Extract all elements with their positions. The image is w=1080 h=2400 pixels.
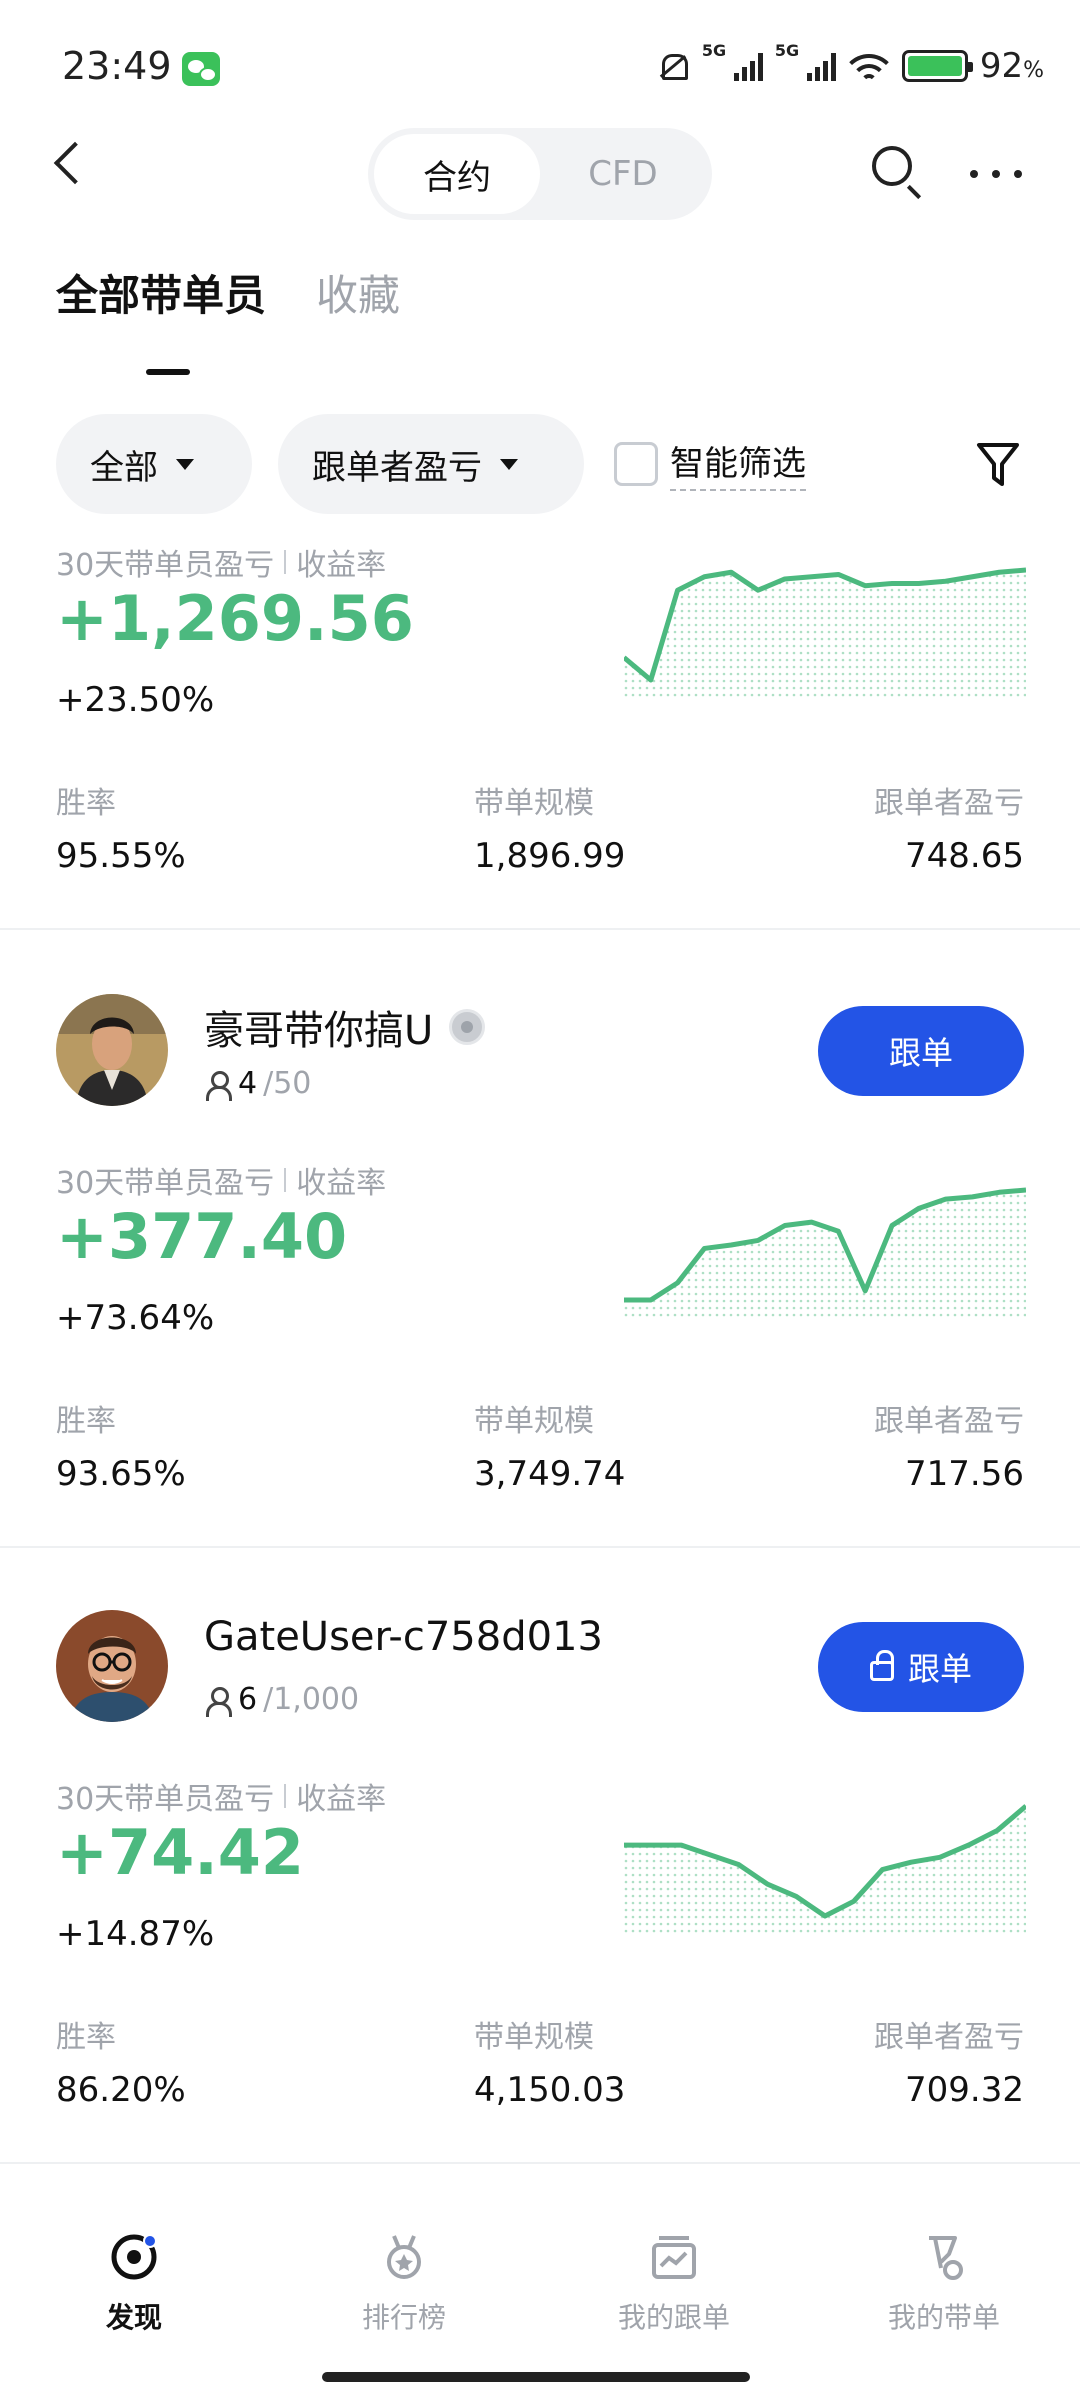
caret-down-icon bbox=[500, 458, 518, 470]
smart-filter-label[interactable]: 智能筛选 bbox=[670, 436, 806, 491]
avatar[interactable] bbox=[56, 994, 168, 1106]
trader-pnl: +1,269.56 bbox=[56, 582, 414, 655]
back-icon[interactable] bbox=[53, 141, 97, 185]
battery-icon bbox=[901, 50, 973, 82]
divider bbox=[0, 1546, 1080, 1548]
medal-icon bbox=[387, 2235, 421, 2279]
sort-dropdown-label: 跟单者盈亏 bbox=[312, 447, 482, 488]
bottom-nav: 发现 排行榜 我的跟单 我的带单 bbox=[0, 2196, 1080, 2400]
trader-roi: +14.87% bbox=[56, 1914, 215, 1954]
tab-all-traders[interactable]: 全部带单员 bbox=[56, 262, 266, 375]
sort-dropdown[interactable]: 跟单者盈亏 bbox=[278, 414, 584, 514]
scope-dropdown[interactable]: 全部 bbox=[56, 414, 252, 514]
status-bar: 23:49 5G 5G 92% bbox=[0, 0, 1080, 140]
nav-my-copy-trades[interactable]: 我的跟单 bbox=[574, 2232, 774, 2336]
pnl-label: 30天带单员盈亏 收益率 bbox=[56, 548, 387, 583]
trader-roi: +23.50% bbox=[56, 680, 215, 720]
chart-folder-icon bbox=[652, 2236, 696, 2279]
filter-bar: 全部 跟单者盈亏 智能筛选 bbox=[56, 414, 1026, 514]
lock-icon bbox=[869, 1650, 894, 1681]
segment-cfd[interactable]: CFD bbox=[540, 134, 706, 214]
scope-dropdown-label: 全部 bbox=[90, 447, 158, 488]
person-icon bbox=[204, 1685, 232, 1717]
silver-medal-icon bbox=[449, 1009, 486, 1045]
trader-roi: +73.64% bbox=[56, 1298, 215, 1338]
pnl-label: 30天带单员盈亏 收益率 bbox=[56, 1782, 387, 1817]
tab-favorites[interactable]: 收藏 bbox=[316, 262, 400, 323]
discover-icon bbox=[111, 2234, 157, 2280]
filter-icon[interactable] bbox=[976, 440, 1020, 490]
nav-my-lead-trades[interactable]: 我的带单 bbox=[844, 2232, 1044, 2336]
pnl-sparkline bbox=[624, 1187, 1026, 1320]
sparkline-area bbox=[624, 1190, 1026, 1320]
signal-icon: 5G bbox=[775, 41, 836, 81]
smart-filter-checkbox[interactable] bbox=[614, 442, 658, 486]
more-icon[interactable] bbox=[970, 170, 1022, 178]
person-icon bbox=[204, 1069, 232, 1101]
clock: 23:49 bbox=[62, 44, 172, 88]
copy-trade-button[interactable]: 跟单 bbox=[818, 1006, 1024, 1096]
trader-name[interactable]: 豪哥带你搞U bbox=[204, 998, 486, 1056]
win-rate-stat: 胜率 95.55% bbox=[56, 786, 186, 876]
follower-count: 6/1,000 bbox=[204, 1682, 359, 1717]
segment-futures[interactable]: 合约 bbox=[374, 134, 540, 214]
follower-count: 4/50 bbox=[204, 1066, 311, 1101]
scale-stat: 带单规模 1,896.99 bbox=[474, 786, 626, 876]
header: 合约 CFD bbox=[0, 120, 1080, 220]
follower-pnl-stat: 跟单者盈亏 717.56 bbox=[874, 1404, 1024, 1494]
trader-pnl: +377.40 bbox=[56, 1200, 348, 1273]
flag-icon bbox=[929, 2236, 963, 2280]
signal-icon: 5G bbox=[702, 41, 763, 81]
divider bbox=[0, 928, 1080, 930]
follower-pnl-stat: 跟单者盈亏 709.32 bbox=[874, 2020, 1024, 2110]
market-segment-control: 合约 CFD bbox=[368, 128, 712, 220]
scale-stat: 带单规模 4,150.03 bbox=[474, 2020, 626, 2110]
status-icons: 5G 5G 92% bbox=[654, 41, 1044, 86]
trader-pnl: +74.42 bbox=[56, 1816, 305, 1889]
trader-tabs: 全部带单员 收藏 bbox=[56, 262, 400, 375]
caret-down-icon bbox=[176, 458, 194, 470]
pnl-sparkline bbox=[624, 567, 1026, 700]
win-rate-stat: 胜率 86.20% bbox=[56, 2020, 186, 2110]
win-rate-stat: 胜率 93.65% bbox=[56, 1404, 186, 1494]
pnl-sparkline bbox=[624, 1804, 1026, 1936]
mute-bell-icon bbox=[654, 50, 690, 82]
battery-percent: 92% bbox=[979, 46, 1044, 86]
follower-pnl-stat: 跟单者盈亏 748.65 bbox=[874, 786, 1024, 876]
wechat-notification-icon bbox=[182, 52, 220, 86]
nav-leaderboard[interactable]: 排行榜 bbox=[304, 2232, 504, 2336]
pnl-label: 30天带单员盈亏 收益率 bbox=[56, 1166, 387, 1201]
divider bbox=[0, 2162, 1080, 2164]
search-icon[interactable] bbox=[872, 146, 912, 186]
scale-stat: 带单规模 3,749.74 bbox=[474, 1404, 626, 1494]
avatar[interactable] bbox=[56, 1610, 168, 1722]
home-indicator[interactable] bbox=[322, 2372, 750, 2382]
copy-trade-locked-button[interactable]: 跟单 bbox=[818, 1622, 1024, 1712]
trader-name[interactable]: GateUser-c758d013 bbox=[204, 1614, 603, 1660]
nav-discover[interactable]: 发现 bbox=[34, 2232, 234, 2336]
wifi-icon bbox=[847, 50, 890, 82]
